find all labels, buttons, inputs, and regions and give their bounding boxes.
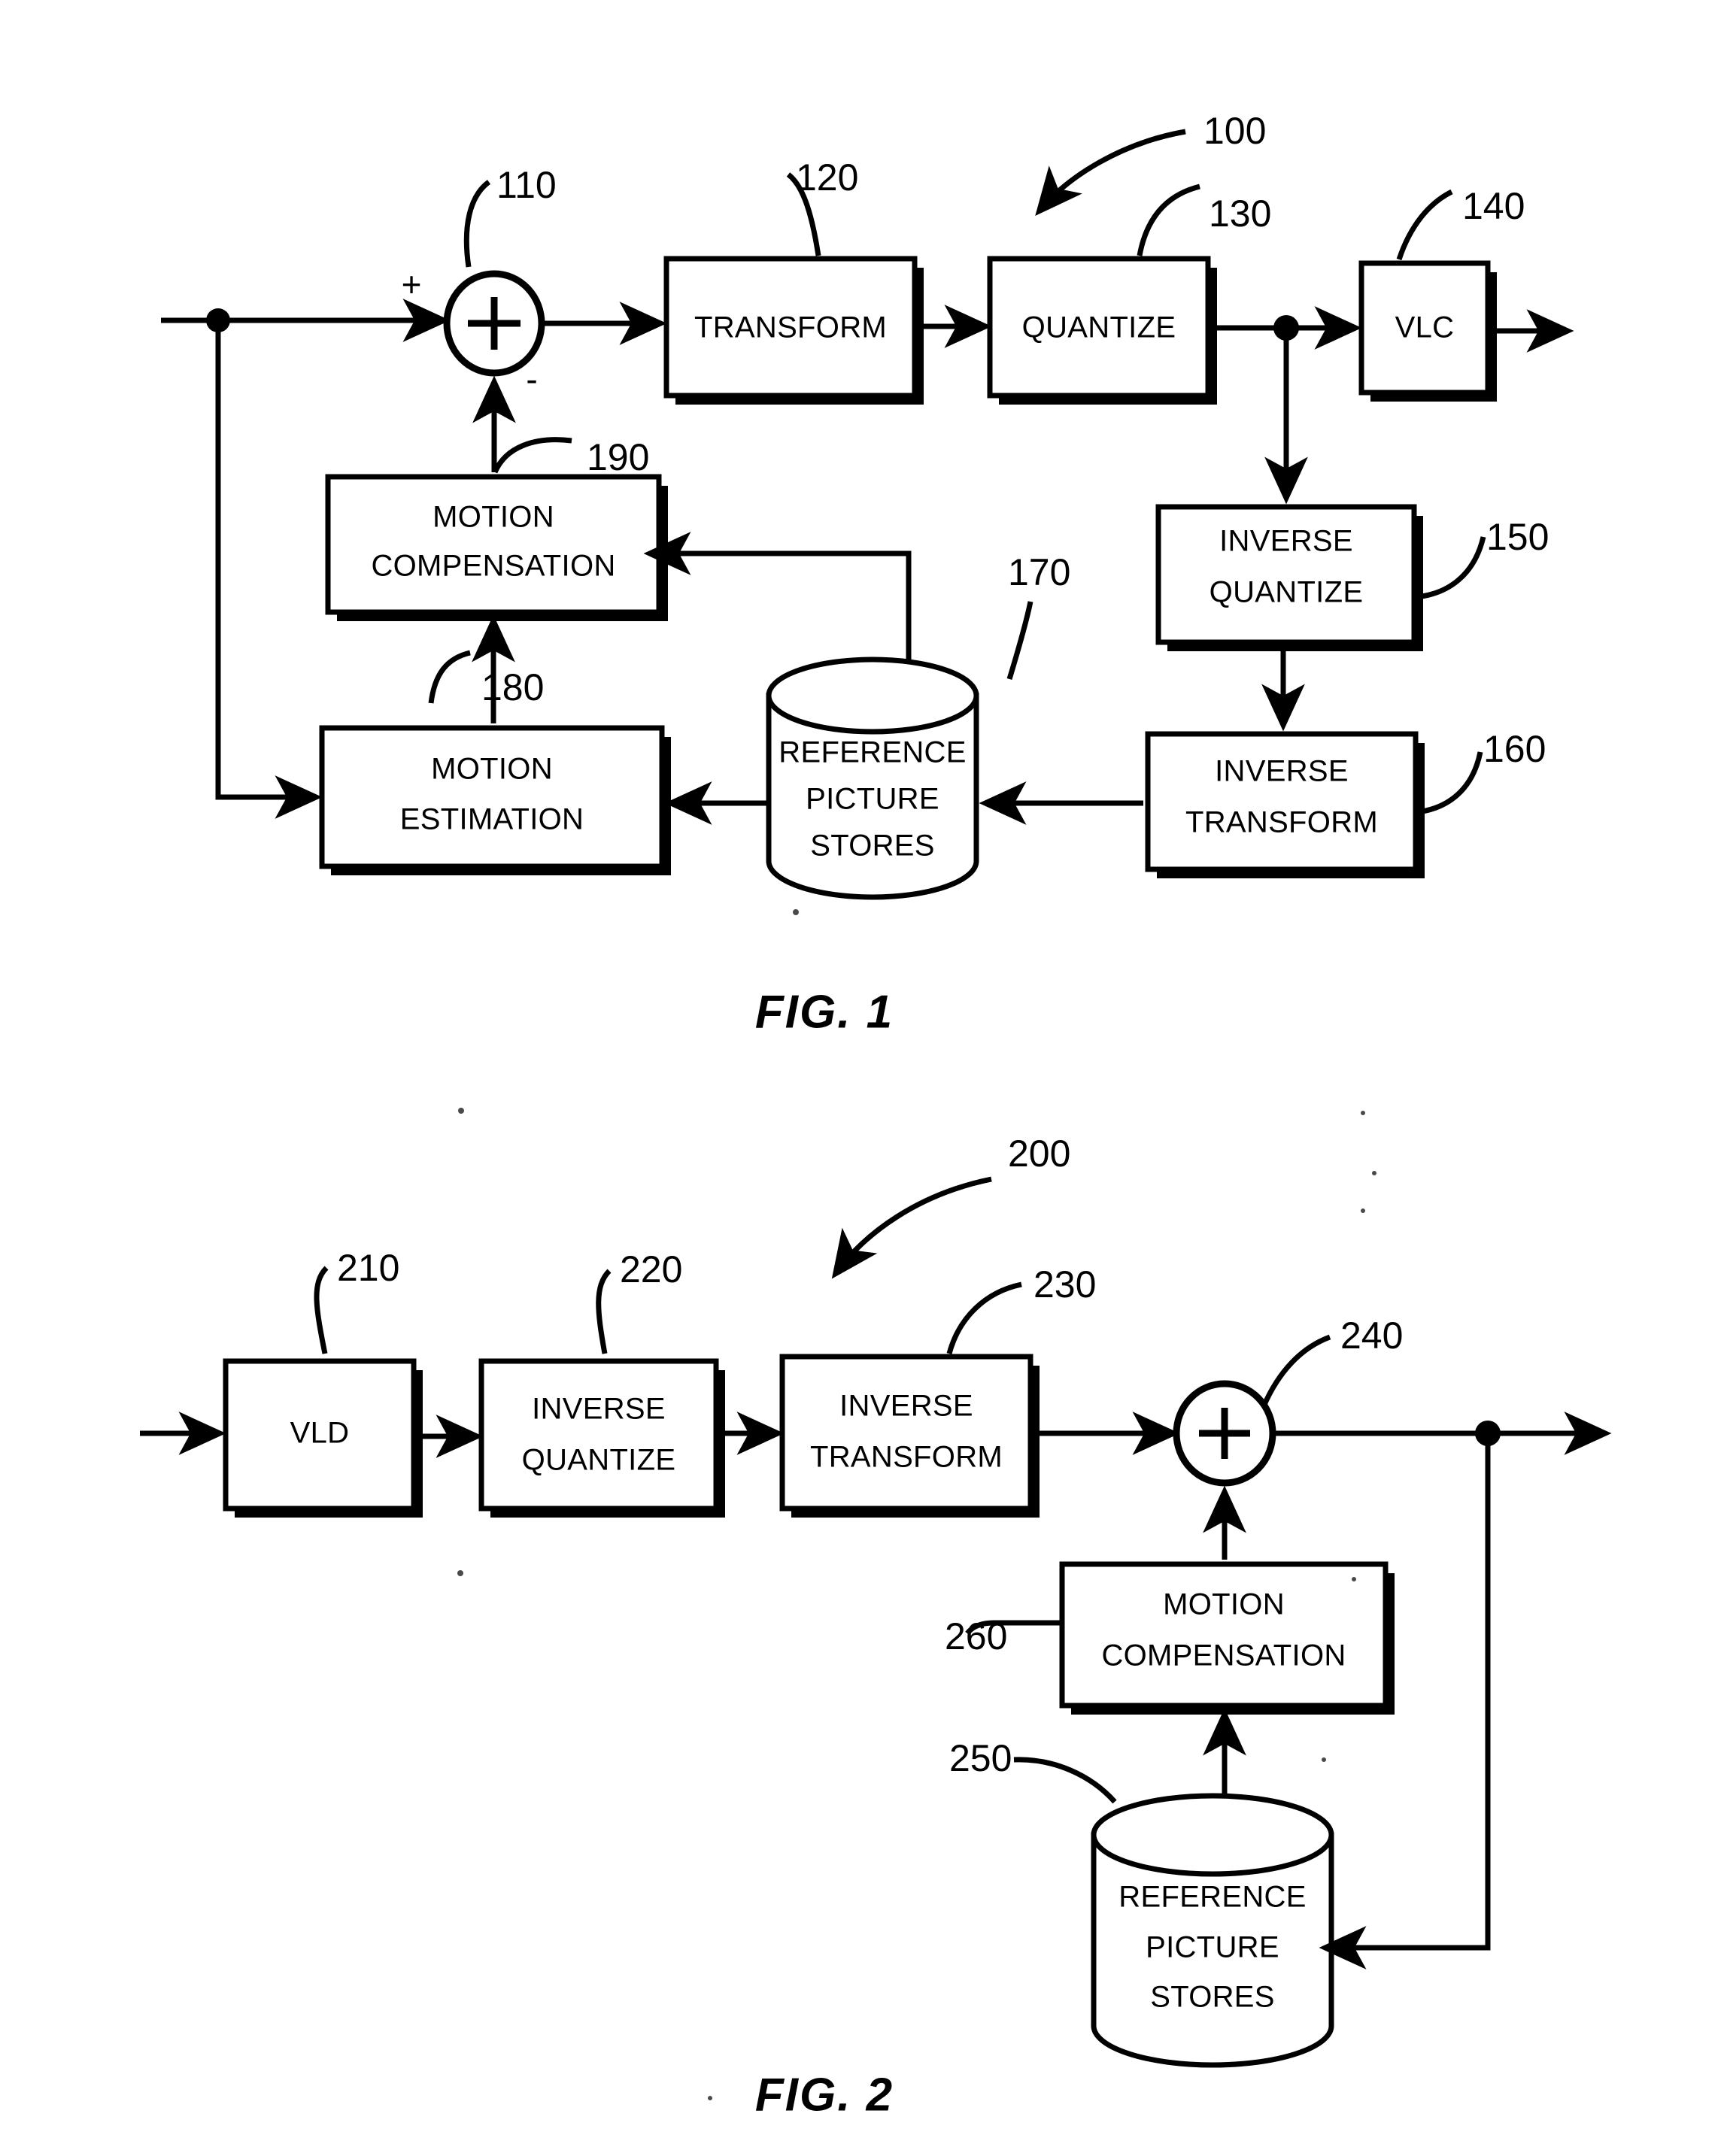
- fig1-ref-label-180: 180: [481, 666, 544, 708]
- fig1-ref-label-140: 140: [1462, 185, 1525, 227]
- fig2-inverse-quantize-line1: INVERSE: [532, 1393, 666, 1426]
- fig1-block-motion-estimation: MOTION ESTIMATION: [319, 725, 665, 869]
- patent-drawing-sheet: TRANSFORM QUANTIZE VLC INVERSE QUANTIZE …: [0, 0, 1724, 2156]
- fig1-transform-label: TRANSFORM: [694, 311, 887, 344]
- fig2-vld-label: VLD: [290, 1417, 350, 1450]
- fig1-caption: FIG. 1: [755, 986, 894, 1038]
- fig1-block-inverse-transform: INVERSE TRANSFORM: [1145, 731, 1419, 872]
- fig1-ref-store-line3: STORES: [810, 829, 935, 863]
- fig2-summing-junction: [1173, 1380, 1276, 1487]
- fig2-inverse-quantize-line2: QUANTIZE: [522, 1444, 676, 1477]
- fig1-block-inverse-quantize: INVERSE QUANTIZE: [1155, 504, 1417, 645]
- fig2-ref-label-210: 210: [337, 1247, 399, 1289]
- fig1-ref-store-line2: PICTURE: [806, 783, 939, 816]
- fig1-ref-label-110: 110: [496, 164, 557, 206]
- fig1-block-vlc: VLC: [1358, 260, 1491, 396]
- fig2-ref-label-200: 200: [1008, 1133, 1070, 1175]
- fig1-vlc-label: VLC: [1395, 311, 1455, 344]
- fig1-ref-label-190: 190: [587, 436, 649, 478]
- fig2-inverse-transform-line2: TRANSFORM: [810, 1441, 1003, 1474]
- fig2-caption: FIG. 2: [755, 2069, 894, 2121]
- fig2-ref-label-250: 250: [949, 1737, 1012, 1779]
- fig1-ref-label-100: 100: [1203, 110, 1266, 152]
- fig1-ref-label-170: 170: [1008, 551, 1070, 593]
- fig2-block-reference-picture-stores: REFERENCE PICTURE STORES: [1091, 1793, 1334, 2068]
- fig2-motion-comp-line2: COMPENSATION: [1101, 1639, 1346, 1672]
- fig1-ref-store-line1: REFERENCE: [779, 736, 966, 769]
- fig2-block-inverse-quantize: INVERSE QUANTIZE: [478, 1358, 719, 1512]
- fig1-motion-est-line1: MOTION: [431, 753, 553, 786]
- fig1-inverse-transform-line1: INVERSE: [1215, 755, 1349, 788]
- fig2-block-motion-compensation: MOTION COMPENSATION: [1059, 1561, 1389, 1709]
- fig1-quantize-label: QUANTIZE: [1022, 311, 1176, 344]
- fig1-ref-label-130: 130: [1209, 193, 1271, 235]
- fig1-inverse-quantize-line1: INVERSE: [1219, 525, 1353, 558]
- fig2-ref-label-230: 230: [1033, 1263, 1096, 1305]
- fig1-block-quantize: QUANTIZE: [987, 256, 1211, 399]
- fig1-ref-label-160: 160: [1483, 728, 1546, 770]
- fig1-adder-minus-input-sign: -: [526, 359, 537, 399]
- fig2-motion-comp-line1: MOTION: [1163, 1588, 1285, 1621]
- fig1-ref-label-150: 150: [1486, 516, 1549, 558]
- fig1-inverse-quantize-line2: QUANTIZE: [1210, 576, 1364, 609]
- fig1-block-transform: TRANSFORM: [663, 256, 918, 399]
- fig2-ref-store-line2: PICTURE: [1146, 1931, 1279, 1964]
- fig2-ref-store-line1: REFERENCE: [1118, 1881, 1306, 1914]
- fig1-block-reference-picture-stores: REFERENCE PICTURE STORES: [766, 657, 979, 900]
- fig2-ref-label-240: 240: [1340, 1315, 1403, 1357]
- fig2-block-inverse-transform: INVERSE TRANSFORM: [779, 1354, 1033, 1512]
- fig2-ref-label-220: 220: [620, 1248, 682, 1290]
- fig2-block-vld: VLD: [223, 1358, 417, 1512]
- fig1-block-motion-compensation: MOTION COMPENSATION: [325, 474, 662, 615]
- fig2-ref-label-260: 260: [945, 1615, 1007, 1657]
- fig1-motion-comp-line2: COMPENSATION: [371, 550, 615, 583]
- fig1-motion-comp-line1: MOTION: [433, 501, 554, 534]
- fig1-inverse-transform-line2: TRANSFORM: [1185, 806, 1378, 839]
- fig2-ref-store-line3: STORES: [1150, 1981, 1275, 2014]
- fig2-inverse-transform-line1: INVERSE: [839, 1390, 973, 1423]
- fig1-adder-plus-input-sign: +: [402, 265, 422, 304]
- fig1-ref-label-120: 120: [796, 156, 858, 199]
- fig1-motion-est-line2: ESTIMATION: [400, 803, 584, 836]
